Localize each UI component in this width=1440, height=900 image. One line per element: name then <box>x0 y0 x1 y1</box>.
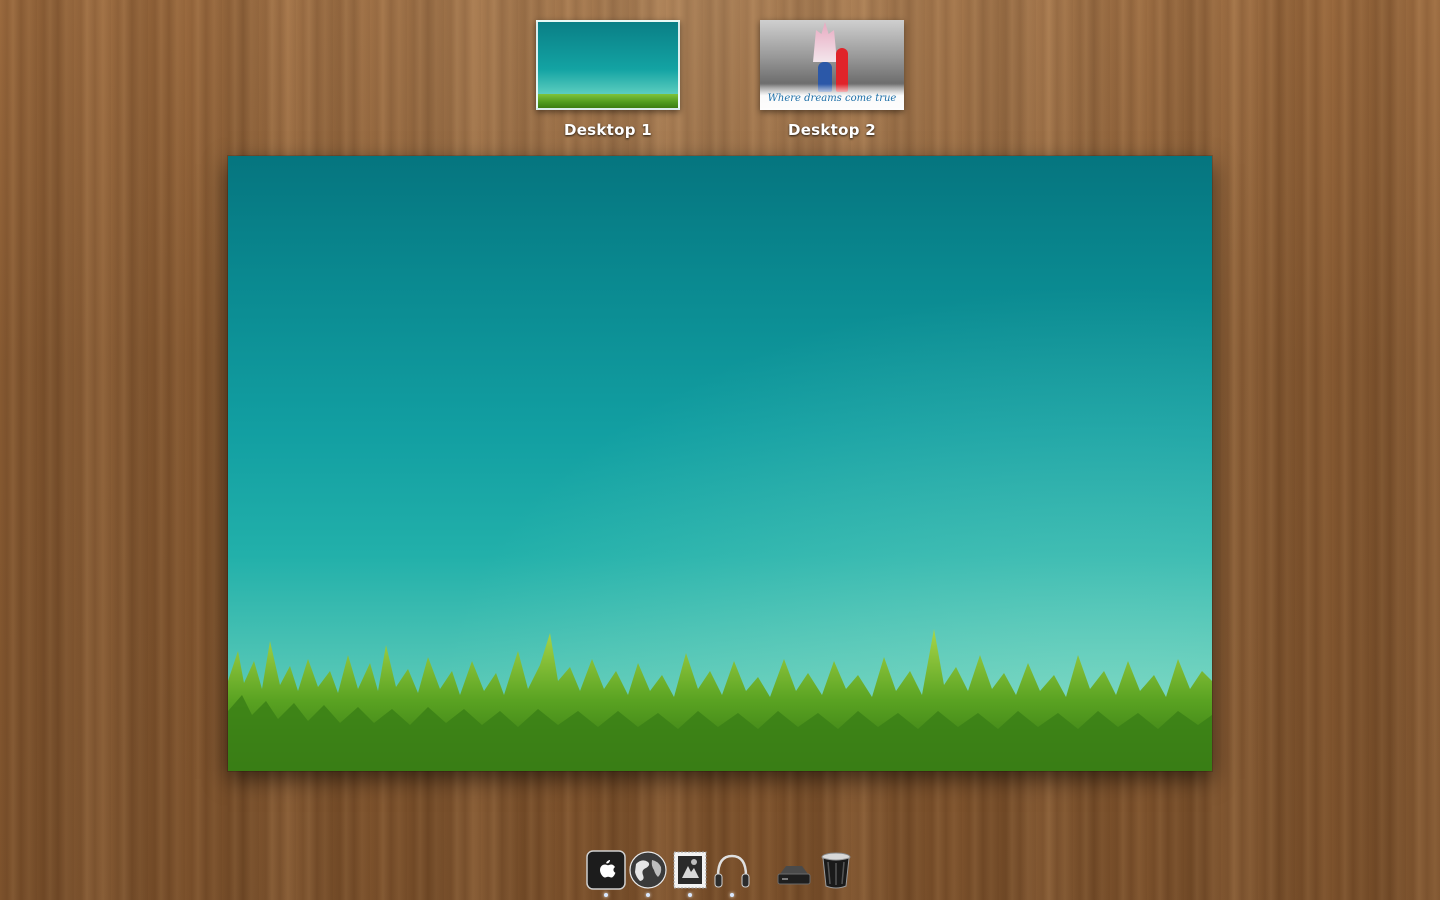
desktop-preview[interactable] <box>228 156 1212 771</box>
running-indicator <box>730 893 734 897</box>
space-desktop-2[interactable]: Where dreams come true Desktop 2 <box>757 20 907 139</box>
trash-icon[interactable] <box>816 850 856 890</box>
globe-icon[interactable] <box>628 850 668 890</box>
space-label: Desktop 1 <box>563 121 653 139</box>
desktop-2-thumbnail[interactable]: Where dreams come true <box>760 20 904 110</box>
finder-icon[interactable] <box>586 850 626 890</box>
grass-foreground <box>228 629 1212 771</box>
spaces-bar: Desktop 1 Where dreams come true Desktop… <box>0 20 1440 150</box>
downloads-stack-icon[interactable] <box>774 850 814 890</box>
running-indicator <box>604 893 608 897</box>
headphones-icon[interactable] <box>712 850 752 890</box>
mail-stamp-icon[interactable] <box>670 850 710 890</box>
thumbnail-caption: Where dreams come true <box>760 84 904 110</box>
running-indicator <box>688 893 692 897</box>
grass-decoration <box>538 94 678 108</box>
space-desktop-1[interactable]: Desktop 1 <box>533 20 683 139</box>
running-indicator <box>646 893 650 897</box>
space-label: Desktop 2 <box>787 121 877 139</box>
dock <box>580 846 860 900</box>
dock-separator <box>761 854 762 890</box>
desktop-1-thumbnail[interactable] <box>536 20 680 110</box>
